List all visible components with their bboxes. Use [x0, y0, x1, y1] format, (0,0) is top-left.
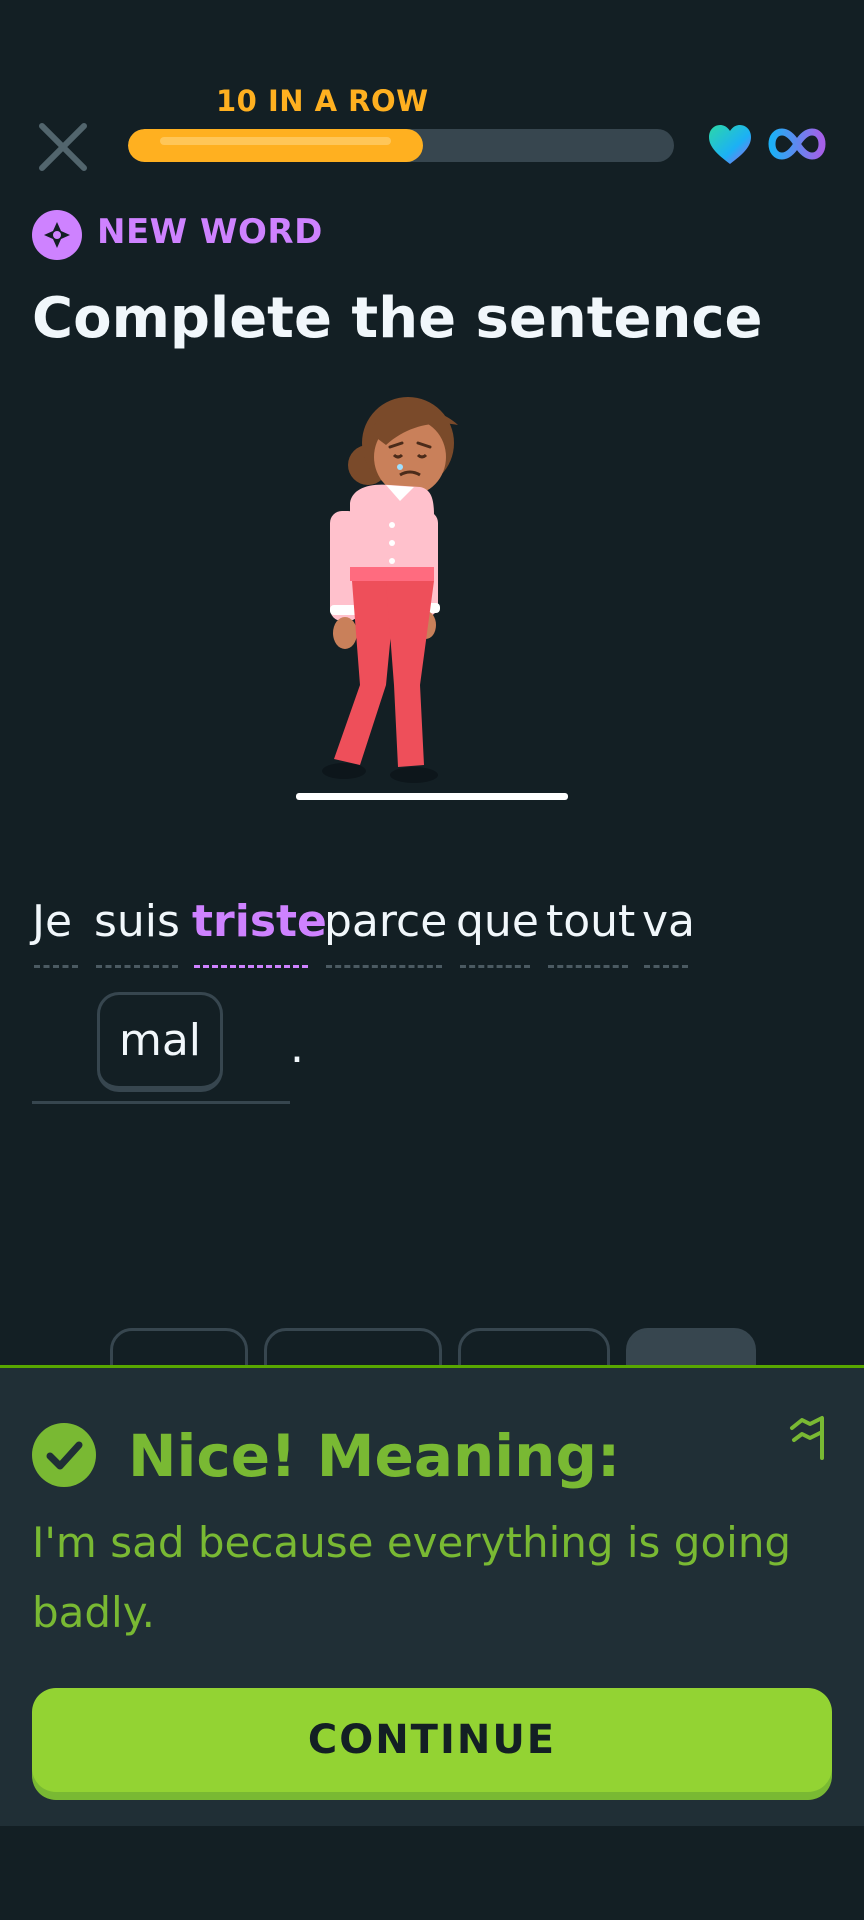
word-hint-underline	[326, 965, 442, 968]
check-circle-icon	[32, 1423, 96, 1487]
sentence-word-highlighted[interactable]: triste	[192, 896, 327, 947]
sentence-word[interactable]: va	[642, 896, 695, 947]
new-word-label: NEW WORD	[97, 212, 323, 252]
sentence-period: .	[290, 1022, 304, 1073]
lesson-progress-bar	[128, 129, 674, 162]
page-title: Complete the sentence	[32, 286, 763, 351]
sentence-word[interactable]: parce	[324, 896, 447, 947]
word-hint-underline	[34, 965, 78, 968]
heart-icon[interactable]	[707, 122, 753, 168]
sentence-word[interactable]: que	[456, 896, 539, 947]
progress-fill	[128, 129, 423, 162]
sentence-word[interactable]: suis	[94, 896, 180, 947]
answer-blank-line	[32, 1101, 290, 1104]
sad-woman-illustration	[296, 397, 568, 800]
streak-label: 10 IN A ROW	[216, 84, 429, 118]
feedback-title: Nice! Meaning:	[128, 1422, 621, 1490]
continue-button[interactable]: CONTINUE	[32, 1688, 832, 1792]
feedback-translation: I'm sad because everything is going badl…	[32, 1518, 792, 1637]
word-hint-underline	[644, 965, 688, 968]
flag-icon[interactable]	[788, 1414, 828, 1462]
sentence-word[interactable]: tout	[546, 896, 635, 947]
word-hint-underline	[460, 965, 530, 968]
close-icon[interactable]	[34, 118, 92, 176]
word-hint-underline-highlighted	[194, 965, 308, 968]
word-hint-underline	[548, 965, 628, 968]
infinity-icon	[768, 128, 826, 160]
word-hint-underline	[96, 965, 178, 968]
progress-shine	[160, 137, 391, 145]
answer-chip[interactable]: mal	[97, 992, 223, 1092]
new-word-sparkle-icon	[32, 210, 82, 260]
sentence-word[interactable]: Je	[32, 896, 72, 947]
